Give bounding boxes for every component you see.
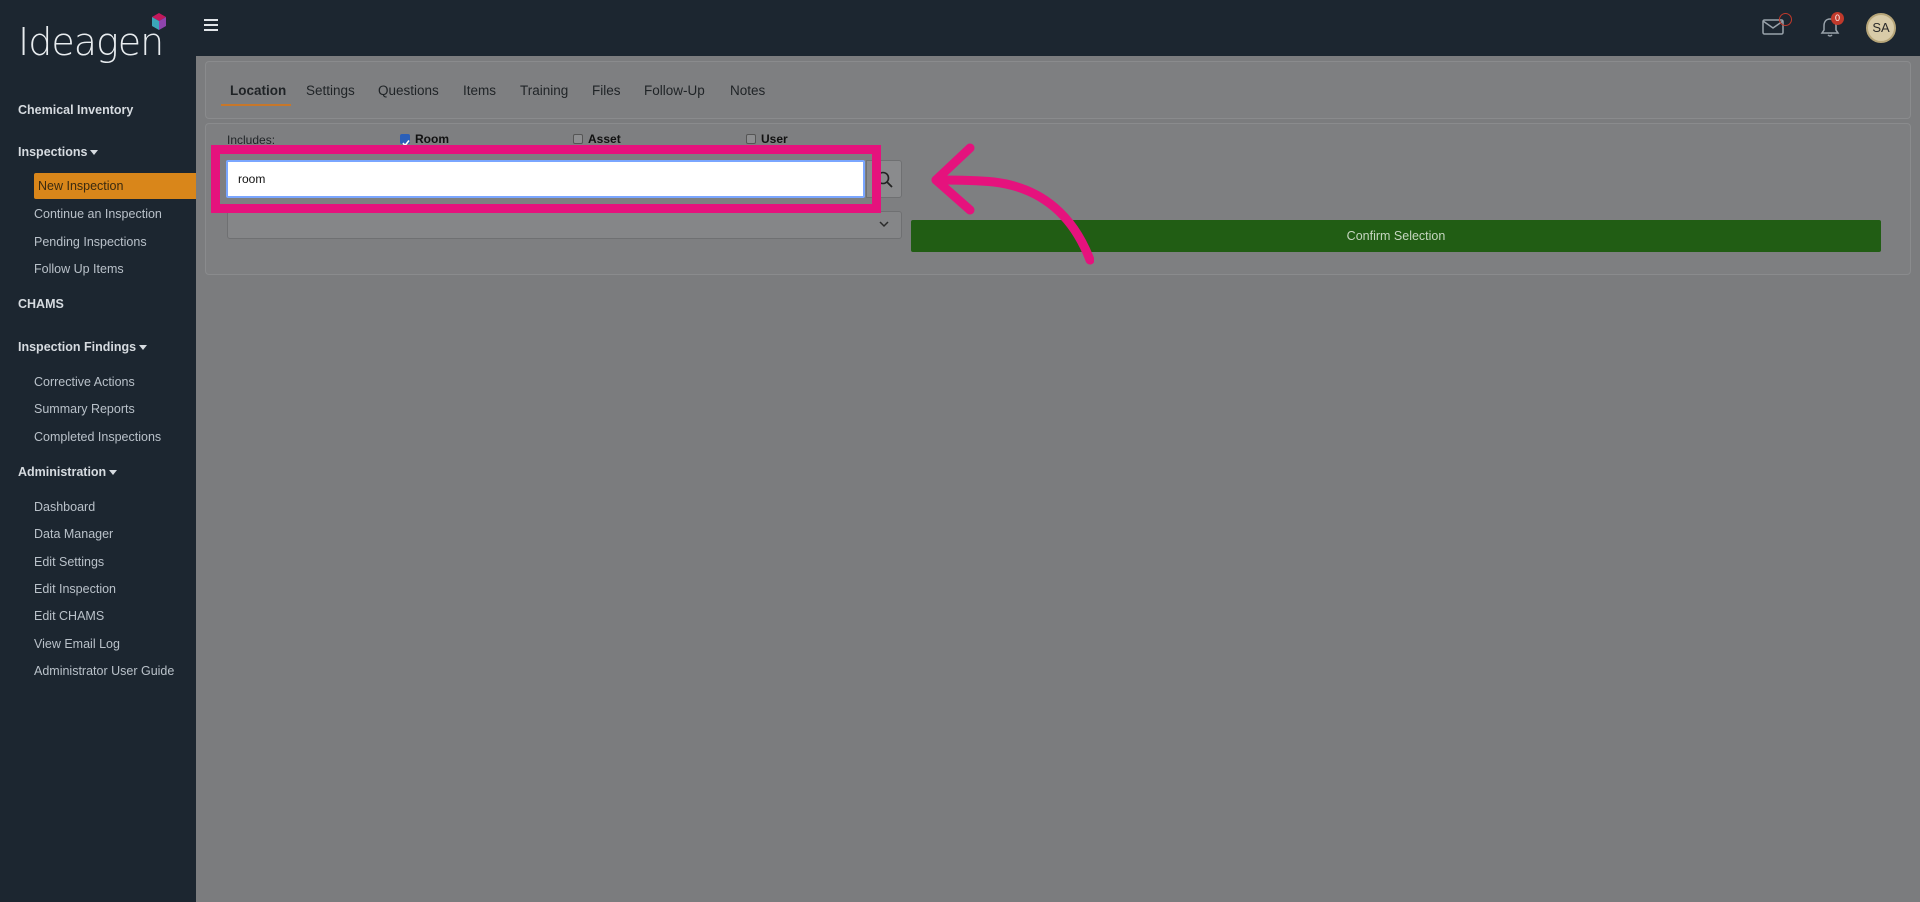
- user-checkbox-label: User: [761, 132, 788, 146]
- location-search-input[interactable]: [226, 160, 865, 198]
- tab-questions[interactable]: Questions: [378, 83, 439, 98]
- sidebar: Ideagen Chemical Inventory Inspections N…: [0, 0, 196, 902]
- tab-files[interactable]: Files: [592, 83, 621, 98]
- nav-edit-chams[interactable]: Edit CHAMS: [34, 609, 104, 623]
- asset-checkbox[interactable]: [573, 134, 583, 144]
- room-checkbox[interactable]: [400, 134, 410, 147]
- nav-data-manager[interactable]: Data Manager: [34, 527, 113, 541]
- nav-inspections[interactable]: Inspections: [18, 145, 99, 159]
- hamburger-menu-icon[interactable]: [204, 19, 218, 31]
- nav-follow-up-items[interactable]: Follow Up Items: [34, 262, 124, 276]
- tab-notes[interactable]: Notes: [730, 83, 765, 98]
- curved-arrow-annotation-icon: [931, 143, 1094, 265]
- tab-location[interactable]: Location: [230, 83, 286, 98]
- ideagen-logo[interactable]: Ideagen: [18, 12, 178, 64]
- asset-checkbox-label: Asset: [588, 132, 621, 146]
- nav-administration[interactable]: Administration: [18, 465, 118, 479]
- logo-text: Ideagen: [18, 20, 164, 64]
- top-bar: [196, 0, 1920, 56]
- tabs-panel: [206, 62, 1910, 118]
- nav-dashboard[interactable]: Dashboard: [34, 500, 95, 514]
- nav-view-email-log[interactable]: View Email Log: [34, 637, 120, 651]
- room-checkbox-label: Room: [415, 132, 449, 146]
- notification-count-badge: 0: [1831, 12, 1844, 25]
- tab-settings[interactable]: Settings: [306, 83, 355, 98]
- active-tab-indicator: [221, 104, 291, 106]
- nav-admin-user-guide[interactable]: Administrator User Guide: [34, 664, 174, 678]
- user-checkbox[interactable]: [746, 134, 756, 144]
- caret-down-icon: [90, 150, 99, 156]
- nav-pending-inspections[interactable]: Pending Inspections: [34, 235, 147, 249]
- user-avatar[interactable]: SA: [1866, 13, 1896, 43]
- tab-follow-up[interactable]: Follow-Up: [644, 83, 705, 98]
- logo-cube-icon: [152, 13, 166, 30]
- nav-inspections-label: Inspections: [18, 145, 88, 159]
- nav-chemical-inventory[interactable]: Chemical Inventory: [18, 103, 133, 117]
- nav-inspection-findings[interactable]: Inspection Findings: [18, 340, 148, 354]
- nav-new-inspection[interactable]: New Inspection: [34, 173, 196, 199]
- nav-edit-inspection[interactable]: Edit Inspection: [34, 582, 116, 596]
- nav-completed-inspections[interactable]: Completed Inspections: [34, 430, 161, 444]
- mail-status-badge: [1779, 13, 1792, 26]
- nav-summary-reports[interactable]: Summary Reports: [34, 402, 135, 416]
- caret-down-icon: [109, 470, 118, 476]
- tab-items[interactable]: Items: [463, 83, 496, 98]
- nav-edit-settings[interactable]: Edit Settings: [34, 555, 104, 569]
- nav-continue-inspection[interactable]: Continue an Inspection: [34, 207, 162, 221]
- nav-corrective-actions[interactable]: Corrective Actions: [34, 375, 135, 389]
- nav-inspection-findings-label: Inspection Findings: [18, 340, 137, 354]
- caret-down-icon: [139, 345, 148, 351]
- nav-administration-label: Administration: [18, 465, 107, 479]
- chevron-down-icon: [879, 221, 889, 228]
- nav-chams[interactable]: CHAMS: [18, 297, 64, 311]
- location-select[interactable]: [227, 211, 902, 239]
- tab-training[interactable]: Training: [520, 83, 568, 98]
